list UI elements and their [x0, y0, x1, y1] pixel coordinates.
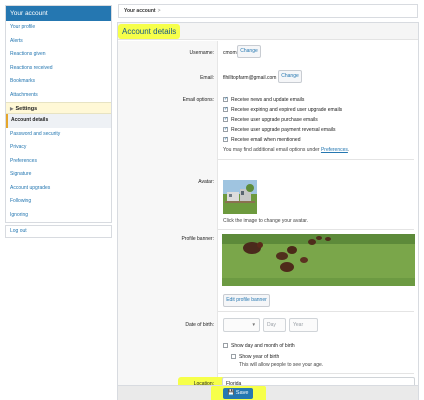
profile-banner-label: Profile banner:	[181, 236, 214, 242]
save-icon: 💾	[227, 390, 235, 396]
payment-reversal-email-label: Receive user upgrade payment reversal em…	[231, 127, 336, 133]
avatar-label: Avatar:	[198, 179, 214, 185]
email-options-hint: You may find additional email options un…	[223, 147, 349, 153]
sidebar-item-privacy[interactable]: Privacy	[6, 141, 111, 155]
username-value: cmom	[223, 50, 237, 56]
show-year-checkbox[interactable]	[231, 354, 236, 359]
sidebar-item-account-upgrades[interactable]: Account upgrades	[6, 182, 111, 196]
section-divider	[218, 159, 414, 160]
dob-label: Date of birth:	[185, 322, 214, 328]
save-button[interactable]: 💾 Save	[223, 388, 253, 399]
profile-banner-image[interactable]	[222, 234, 415, 286]
change-email-button[interactable]: Change	[278, 70, 302, 83]
edit-profile-banner-button[interactable]: Edit profile banner	[223, 294, 270, 307]
upgrade-purchase-email-label: Receive user upgrade purchase emails	[231, 117, 318, 123]
expiring-upgrade-email-label: Receive expiring and expired user upgrad…	[231, 107, 343, 113]
email-options-label: Email options:	[182, 97, 214, 103]
sidebar-item-alerts[interactable]: Alerts	[6, 35, 111, 49]
section-divider	[218, 311, 414, 312]
news-email-checkbox[interactable]	[223, 96, 228, 102]
email-value: flhilltopfarm@gmail.com	[223, 75, 277, 81]
upgrade-purchase-email-checkbox[interactable]	[223, 116, 228, 122]
payment-reversal-email-checkbox[interactable]	[223, 126, 228, 132]
show-year-label: Show year of birth	[239, 354, 280, 360]
breadcrumb-separator: >	[157, 8, 161, 14]
save-button-label: Save	[235, 390, 249, 396]
account-sidebar: Your account Your profile Alerts Reactio…	[5, 5, 112, 223]
news-email-label: Receive news and update emails	[231, 97, 305, 103]
expiring-upgrade-email-checkbox[interactable]	[223, 106, 228, 112]
section-divider	[218, 229, 414, 230]
avatar-hint: Click the image to change your avatar.	[223, 218, 309, 224]
breadcrumb-item[interactable]: Your account	[124, 8, 156, 14]
account-details-panel: Account details Username: cmom Change Em…	[117, 22, 419, 400]
banner-photo-graphic	[222, 234, 415, 286]
sidebar-item-your-profile[interactable]: Your profile	[6, 21, 111, 35]
username-label: Username:	[189, 50, 214, 56]
preferences-link[interactable]: Preferences	[321, 147, 348, 153]
sidebar-item-following[interactable]: Following	[6, 195, 111, 209]
form-label-column	[118, 41, 218, 400]
mention-email-checkbox[interactable]	[223, 136, 228, 142]
email-options-hint-end: .	[347, 147, 350, 153]
section-divider	[218, 373, 414, 374]
dob-month-select[interactable]: ▼	[223, 318, 260, 332]
avatar-image[interactable]	[223, 180, 257, 214]
dob-day-input[interactable]: Day	[263, 318, 286, 332]
sidebar-item-preferences[interactable]: Preferences	[6, 155, 111, 169]
avatar-photo-graphic	[223, 180, 257, 214]
sidebar-item-bookmarks[interactable]: Bookmarks	[6, 75, 111, 89]
sidebar-item-attachments[interactable]: Attachments	[6, 89, 111, 103]
sidebar-group-label: Settings	[15, 106, 38, 112]
mention-email-label: Receive email when mentioned	[231, 137, 301, 143]
breadcrumb: Your account >	[118, 4, 418, 18]
account-form: Username: cmom Change Email: flhilltopfa…	[118, 41, 418, 400]
show-year-hint: This will allow people to see your age.	[239, 362, 324, 368]
page-title: Account details	[118, 24, 181, 39]
email-label: Email:	[200, 75, 214, 81]
form-submit-bar: 💾 Save	[118, 385, 418, 400]
sidebar-group-settings[interactable]: ▶ Settings	[6, 102, 111, 114]
panel-header: Account details	[118, 23, 418, 40]
sidebar-item-signature[interactable]: Signature	[6, 168, 111, 182]
sidebar-item-account-details[interactable]: Account details	[6, 114, 111, 128]
sidebar-header: Your account	[6, 6, 111, 21]
show-day-month-checkbox[interactable]	[223, 343, 228, 348]
email-options-hint-text: You may find additional email options un…	[223, 147, 320, 153]
sidebar-item-reactions-received[interactable]: Reactions received	[6, 62, 111, 76]
chevron-down-icon: ▼	[251, 322, 256, 327]
show-day-month-label: Show day and month of birth	[231, 343, 295, 349]
sidebar-item-ignoring[interactable]: Ignoring	[6, 209, 111, 223]
caret-right-icon: ▶	[10, 106, 14, 111]
logout-link[interactable]: Log out	[5, 225, 112, 238]
sidebar-item-reactions-given[interactable]: Reactions given	[6, 48, 111, 62]
change-username-button[interactable]: Change	[237, 45, 261, 58]
sidebar-item-password-security[interactable]: Password and security	[6, 128, 111, 142]
dob-year-input[interactable]: Year	[289, 318, 318, 332]
